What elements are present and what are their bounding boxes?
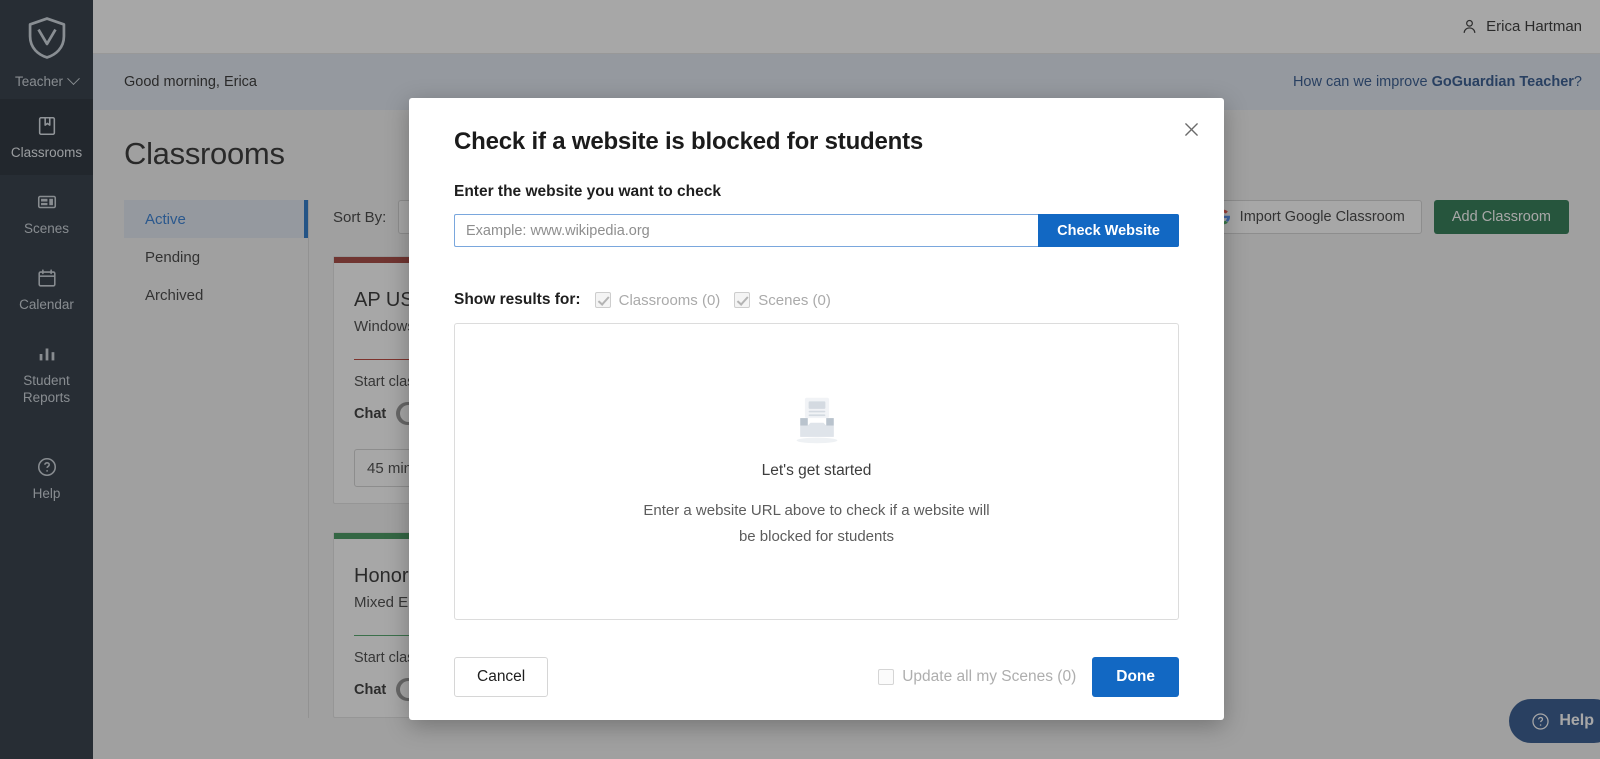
modal-footer: Cancel Update all my Scenes (0) Done: [454, 657, 1179, 697]
empty-state-message: Enter a website URL above to check if a …: [643, 498, 989, 550]
empty-state-line2: be blocked for students: [738, 527, 895, 545]
update-all-scenes-checkbox[interactable]: Update all my Scenes (0): [878, 668, 1076, 686]
empty-state-title: Let's get started: [761, 461, 872, 479]
done-button[interactable]: Done: [1092, 657, 1179, 697]
checkbox-icon: [878, 669, 895, 685]
empty-state-line1: Enter a website URL above to check if a …: [643, 501, 990, 519]
checkbox-label: Scenes (0): [758, 291, 831, 309]
show-results-label: Show results for:: [454, 291, 581, 308]
check-website-button[interactable]: Check Website: [1038, 214, 1179, 247]
filter-checkbox-scenes[interactable]: Scenes (0): [734, 292, 831, 309]
checkbox-icon: [594, 292, 611, 308]
app-root: Erica Hartman Good morning, Erica How ca…: [0, 0, 1600, 759]
inbox-tray-icon: [796, 397, 837, 443]
website-url-input[interactable]: [454, 214, 1039, 247]
url-input-row: Check Website: [454, 214, 1179, 247]
close-icon[interactable]: [1180, 118, 1202, 140]
filter-checkbox-classrooms[interactable]: Classrooms (0): [594, 291, 721, 309]
checkbox-label: Update all my Scenes (0): [902, 668, 1077, 685]
footer-right-group: Update all my Scenes (0) Done: [878, 657, 1179, 697]
url-field-label: Enter the website you want to check: [454, 183, 722, 200]
close-x-icon: [1184, 122, 1198, 136]
website-check-modal: Check if a website is blocked for studen…: [409, 98, 1224, 720]
results-panel: Let's get started Enter a website URL ab…: [454, 323, 1179, 620]
checkbox-label: Classrooms (0): [618, 291, 721, 309]
cancel-button[interactable]: Cancel: [454, 657, 549, 697]
show-results-row: Show results for: Classrooms (0) Scenes …: [454, 291, 1179, 309]
checkbox-icon: [734, 292, 751, 308]
modal-title: Check if a website is blocked for studen…: [454, 128, 924, 155]
